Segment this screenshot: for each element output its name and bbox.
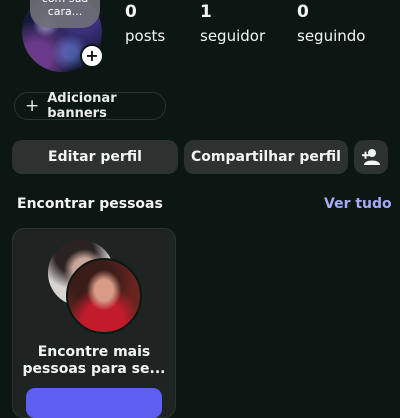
following-label: seguindo bbox=[297, 27, 366, 45]
following-count: 0 bbox=[297, 2, 309, 22]
profile-avatar-container[interactable]: com sua cara... + bbox=[22, 0, 104, 72]
suggested-person-avatar-front bbox=[66, 258, 142, 334]
find-people-title: Encontrar pessoas bbox=[17, 196, 163, 212]
plus-icon: + bbox=[25, 95, 40, 116]
share-profile-button[interactable]: Compartilhar perfil bbox=[184, 140, 348, 174]
following-stat[interactable]: 0 seguindo bbox=[297, 2, 365, 46]
see-all-link[interactable]: Ver tudo bbox=[324, 196, 392, 212]
followers-label: seguidor bbox=[200, 27, 266, 45]
posts-stat[interactable]: 0 posts bbox=[125, 2, 165, 46]
posts-label: posts bbox=[125, 27, 166, 45]
add-person-button[interactable] bbox=[354, 140, 388, 174]
edit-profile-button[interactable]: Editar perfil bbox=[12, 140, 178, 174]
avatar-note: com sua cara... bbox=[30, 0, 100, 28]
add-story-plus-icon[interactable]: + bbox=[80, 44, 104, 68]
add-banners-label: Adicionar banners bbox=[47, 91, 117, 121]
person-add-icon bbox=[362, 149, 380, 165]
suggestion-card-text: Encontre mais pessoas para se... bbox=[22, 344, 166, 377]
suggestion-card-button[interactable] bbox=[26, 388, 162, 418]
followers-stat[interactable]: 1 seguidor bbox=[200, 2, 265, 46]
posts-count: 0 bbox=[125, 2, 137, 22]
followers-count: 1 bbox=[200, 2, 212, 22]
add-banners-button[interactable]: + Adicionar banners bbox=[14, 91, 166, 121]
